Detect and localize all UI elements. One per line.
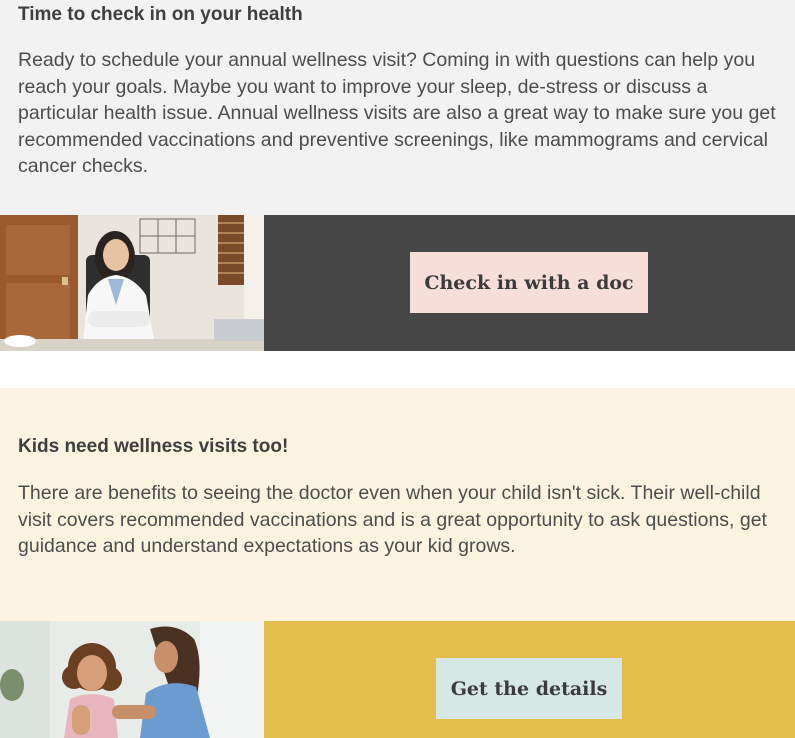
doctor-portrait-photo — [0, 215, 264, 351]
wellness-visit-body: Ready to schedule your annual wellness v… — [18, 49, 776, 177]
kids-wellness-body: There are benefits to seeing the doctor … — [18, 482, 767, 557]
child-vaccination-photo — [0, 621, 264, 738]
check-in-with-doc-button[interactable]: Check in with a doc — [410, 252, 648, 313]
kids-wellness-section: Kids need wellness visits too! There are… — [0, 388, 795, 621]
kids-wellness-heading: Kids need wellness visits too! — [18, 436, 289, 457]
kids-wellness-cta-band: Get the details — [0, 621, 795, 738]
wellness-visit-section: Time to check in on your health Ready to… — [0, 0, 795, 215]
wellness-visit-cta-band: Check in with a doc — [0, 215, 795, 351]
section-divider — [0, 351, 795, 388]
get-the-details-button[interactable]: Get the details — [436, 658, 622, 719]
wellness-visit-heading: Time to check in on your health — [18, 4, 303, 25]
